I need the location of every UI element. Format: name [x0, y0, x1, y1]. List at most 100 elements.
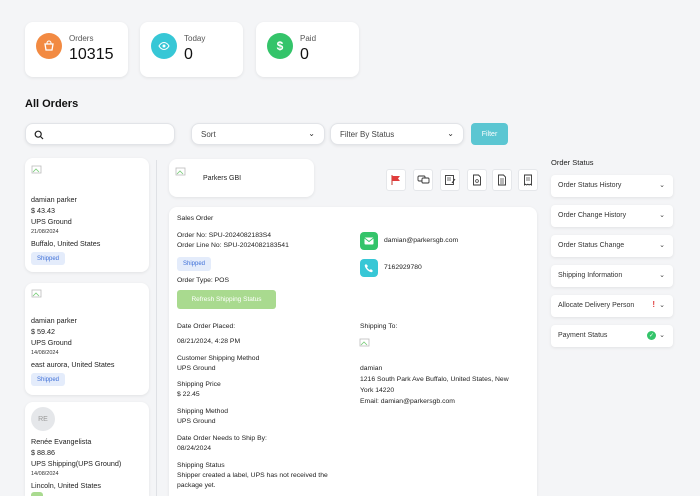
status-badge: [31, 492, 43, 496]
chevron-down-icon: ⌄: [659, 242, 665, 249]
chevron-down-icon: ⌄: [659, 332, 665, 339]
status-badge: Shipped: [31, 373, 66, 386]
customer-email[interactable]: damian@parkersgb.com: [384, 237, 458, 244]
status-badge: Shipped: [177, 257, 212, 271]
search-input[interactable]: [25, 123, 175, 145]
orders-stat-card: Orders 10315: [25, 22, 128, 77]
date-placed-label: Date Order Placed:: [177, 323, 236, 330]
order-location: Lincoln, United States: [31, 481, 101, 490]
ship-to-email: Email: damian@parkersgb.com: [360, 398, 455, 405]
shipping-information-accordion[interactable]: Shipping Information ⌄: [551, 265, 673, 287]
dollar-icon: $: [267, 33, 293, 59]
avatar: RE: [31, 407, 55, 431]
chevron-down-icon: ⌄: [659, 272, 665, 279]
document-icon: [473, 174, 481, 186]
stat-label: Paid: [300, 34, 317, 43]
customer-name: Parkers GBI: [203, 175, 242, 182]
check-circle-icon: ✓: [647, 331, 656, 340]
divider: [156, 160, 157, 496]
edit-note-icon: [445, 175, 456, 185]
status-badge: Shipped: [31, 252, 66, 265]
flag-icon: [391, 175, 400, 185]
accordion-label: Order Change History: [558, 212, 627, 219]
receipt-button[interactable]: [518, 169, 538, 191]
phone-icon: [360, 259, 378, 277]
payment-status-accordion[interactable]: Payment Status ✓ ⌄: [551, 325, 673, 347]
chat-icon: [417, 175, 429, 184]
customer-card[interactable]: Parkers GBI: [169, 159, 314, 197]
list-item[interactable]: damian parker $ 59.42 UPS Ground 14/08/2…: [25, 283, 149, 395]
ship-by-date: 08/24/2024: [177, 445, 212, 452]
accordion-label: Order Status Change: [558, 242, 625, 249]
order-status-title: Order Status: [551, 158, 594, 167]
order-date: 21/08/2024: [31, 229, 59, 235]
date-placed: 08/21/2024, 4:28 PM: [177, 338, 241, 345]
accordion-label: Shipping Information: [558, 272, 623, 279]
accordion-label: Order Status History: [558, 182, 622, 189]
order-date: 14/08/2024: [31, 471, 59, 477]
refresh-shipping-button[interactable]: Refresh Shipping Status: [177, 290, 276, 309]
product-image: [31, 164, 53, 186]
order-change-history-accordion[interactable]: Order Change History ⌄: [551, 205, 673, 227]
chevron-down-icon: ⌄: [659, 212, 665, 219]
order-detail-panel: Sales Order Order No: SPU-2024082183S4 O…: [169, 207, 537, 496]
flag-button[interactable]: [386, 169, 406, 191]
order-name: Renée Evangelista: [31, 437, 92, 446]
shipping-status-line2: package yet.: [177, 482, 216, 489]
list-item[interactable]: RE Renée Evangelista $ 88.86 UPS Shippin…: [25, 402, 149, 496]
accordion-label: Payment Status: [558, 332, 608, 339]
customer-method-label: Customer Shipping Method: [177, 355, 260, 362]
filter-button[interactable]: Filter: [471, 123, 508, 145]
paid-stat-card: $ Paid 0: [256, 22, 359, 77]
order-status-change-accordion[interactable]: Order Status Change ⌄: [551, 235, 673, 257]
stat-value: 0: [184, 46, 193, 63]
mail-icon: [360, 232, 378, 250]
edit-note-button[interactable]: [440, 169, 460, 191]
order-name: damian parker: [31, 316, 77, 325]
chevron-down-icon: ⌄: [308, 129, 315, 138]
order-line-number: Order Line No: SPU-2024082183541: [177, 242, 289, 249]
order-shipping: UPS Ground: [31, 338, 72, 347]
chevron-down-icon: ⌄: [447, 129, 454, 138]
eye-icon: [151, 33, 177, 59]
order-type: Order Type: POS: [177, 277, 230, 284]
order-shipping: UPS Ground: [31, 217, 72, 226]
order-amount: $ 59.42: [31, 327, 55, 336]
chevron-down-icon: ⌄: [659, 302, 665, 309]
receipt-icon: [524, 174, 532, 186]
detail-heading: Sales Order: [177, 215, 214, 222]
shipping-status-line1: Shipper created a label, UPS has not rec…: [177, 472, 328, 479]
customer-method: UPS Ground: [177, 365, 216, 372]
shipping-price: $ 22.45: [177, 391, 200, 398]
shipping-method-label: Shipping Method: [177, 408, 229, 415]
page-title: All Orders: [25, 98, 79, 110]
basket-icon: [36, 33, 62, 59]
customer-phone[interactable]: 7162929780: [384, 264, 422, 271]
order-location: east aurora, United States: [31, 360, 115, 369]
file-text-icon: [498, 174, 506, 186]
chevron-down-icon: ⌄: [659, 182, 665, 189]
search-icon: [34, 130, 44, 140]
customer-logo: [175, 167, 186, 176]
status-filter-label: Filter By Status: [340, 130, 395, 139]
shipping-to-label: Shipping To:: [360, 323, 398, 330]
today-stat-card: Today 0: [140, 22, 243, 77]
allocate-delivery-person-accordion[interactable]: Allocate Delivery Person ! ⌄: [551, 295, 673, 317]
list-item[interactable]: damian parker $ 43.43 UPS Ground 21/08/2…: [25, 158, 149, 272]
document-button[interactable]: [467, 169, 487, 191]
ship-by-label: Date Order Needs to Ship By:: [177, 435, 267, 442]
status-filter-dropdown[interactable]: Filter By Status ⌄: [330, 123, 464, 145]
sort-dropdown[interactable]: Sort ⌄: [191, 123, 325, 145]
ship-to-address-line1: 1216 South Park Ave Buffalo, United Stat…: [360, 376, 509, 383]
sort-label: Sort: [201, 130, 216, 139]
shipping-price-label: Shipping Price: [177, 381, 221, 388]
stat-label: Today: [184, 34, 206, 43]
shipping-status-label: Shipping Status: [177, 462, 225, 469]
chat-button[interactable]: [413, 169, 433, 191]
invoice-button[interactable]: [492, 169, 512, 191]
order-shipping: UPS Shipping(UPS Ground): [31, 459, 122, 468]
accordion-label: Allocate Delivery Person: [558, 302, 635, 309]
order-location: Buffalo, United States: [31, 239, 101, 248]
order-status-history-accordion[interactable]: Order Status History ⌄: [551, 175, 673, 197]
order-amount: $ 43.43: [31, 206, 55, 215]
